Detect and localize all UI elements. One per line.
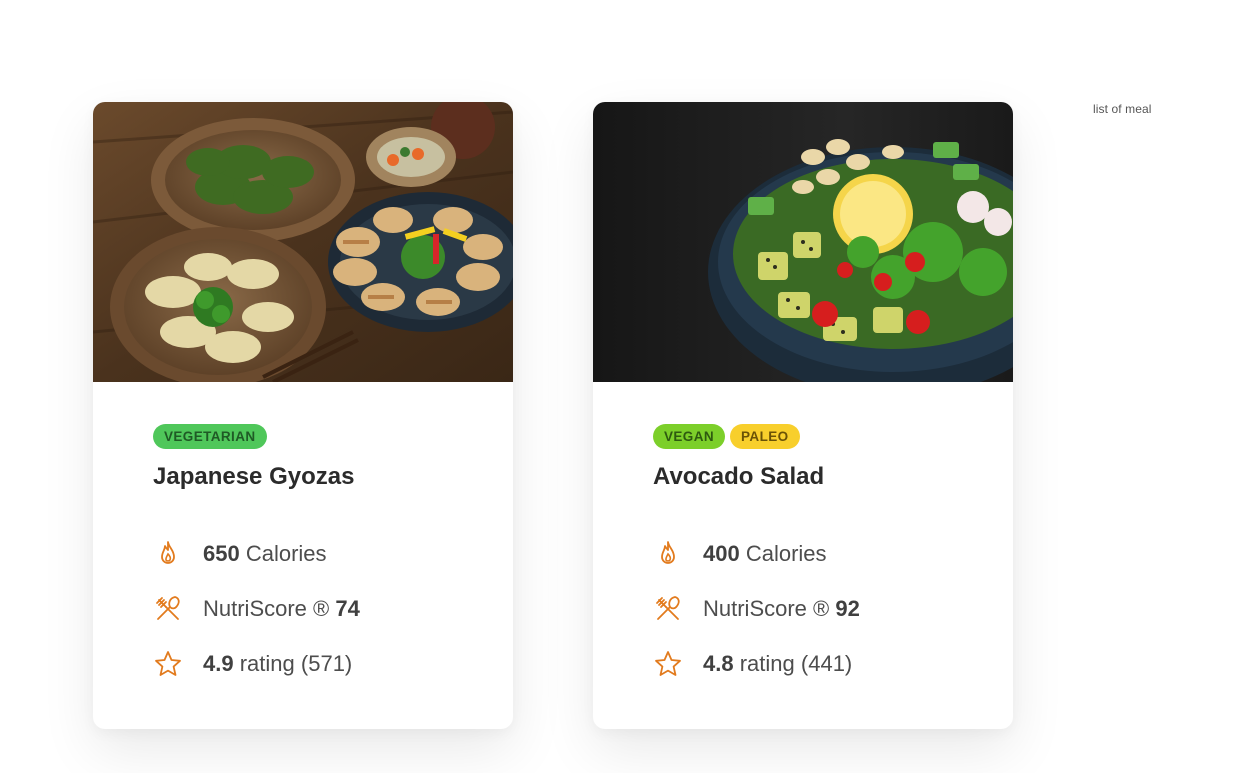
- nutriscore-label: NutriScore ®: [703, 595, 830, 621]
- salad-photo: [593, 102, 1013, 382]
- meal-stats: 400 Calories NutriScore ® 92 4.8 rating …: [653, 526, 953, 691]
- rating-label: rating: [239, 650, 295, 676]
- rating-value: 4.9: [203, 650, 234, 676]
- gyoza-photo: [93, 102, 513, 382]
- rating-stat: 4.8 rating (441): [653, 636, 953, 691]
- nutriscore-text: NutriScore ® 74: [203, 596, 360, 622]
- meal-card-body: VEGETARIAN Japanese Gyozas 650 Calories: [93, 382, 513, 691]
- calories-value: 650: [203, 540, 240, 566]
- star-icon: [155, 650, 181, 676]
- rating-count: (441): [800, 650, 853, 676]
- flame-icon: [661, 540, 675, 564]
- calories-text: 400 Calories: [703, 541, 827, 567]
- star-icon: [655, 650, 681, 676]
- nutriscore-value: 92: [835, 595, 860, 621]
- nutriscore-value: 74: [335, 595, 360, 621]
- nutriscore-stat: NutriScore ® 74: [153, 581, 453, 636]
- fork-knife-icon: [656, 595, 680, 620]
- rating-value: 4.8: [703, 650, 734, 676]
- tag-vegetarian[interactable]: VEGETARIAN: [153, 424, 267, 449]
- meal-stats: 650 Calories NutriScore ® 74 4.9 rating …: [153, 526, 453, 691]
- rating-count: (571): [300, 650, 353, 676]
- calories-value: 400: [703, 540, 740, 566]
- flame-icon: [161, 540, 175, 564]
- meal-title[interactable]: Avocado Salad: [653, 462, 953, 492]
- tag-paleo[interactable]: PALEO: [730, 424, 800, 449]
- calories-text: 650 Calories: [203, 541, 327, 567]
- meal-card-japanese-gyozas[interactable]: VEGETARIAN Japanese Gyozas 650 Calories: [93, 102, 513, 729]
- nutriscore-text: NutriScore ® 92: [703, 596, 860, 622]
- meal-list-page: list of meal VEGETARIAN Japanese Gyozas …: [0, 0, 1233, 773]
- calories-unit: Calories: [745, 540, 827, 566]
- rating-text: 4.8 rating (441): [703, 651, 852, 677]
- fork-knife-icon: [156, 595, 180, 620]
- meal-card-avocado-salad[interactable]: VEGAN PALEO Avocado Salad 400 Calories N…: [593, 102, 1013, 729]
- nutriscore-stat: NutriScore ® 92: [653, 581, 953, 636]
- diet-tags: VEGETARIAN: [153, 424, 453, 449]
- calories-unit: Calories: [245, 540, 327, 566]
- rating-label: rating: [739, 650, 795, 676]
- meal-title[interactable]: Japanese Gyozas: [153, 462, 453, 492]
- nutriscore-label: NutriScore ®: [203, 595, 330, 621]
- calories-stat: 400 Calories: [653, 526, 953, 581]
- page-label: list of meal: [1093, 102, 1152, 116]
- rating-stat: 4.9 rating (571): [153, 636, 453, 691]
- rating-text: 4.9 rating (571): [203, 651, 352, 677]
- meal-card-body: VEGAN PALEO Avocado Salad 400 Calories N…: [593, 382, 1013, 691]
- calories-stat: 650 Calories: [153, 526, 453, 581]
- tag-vegan[interactable]: VEGAN: [653, 424, 726, 449]
- diet-tags: VEGAN PALEO: [653, 424, 953, 449]
